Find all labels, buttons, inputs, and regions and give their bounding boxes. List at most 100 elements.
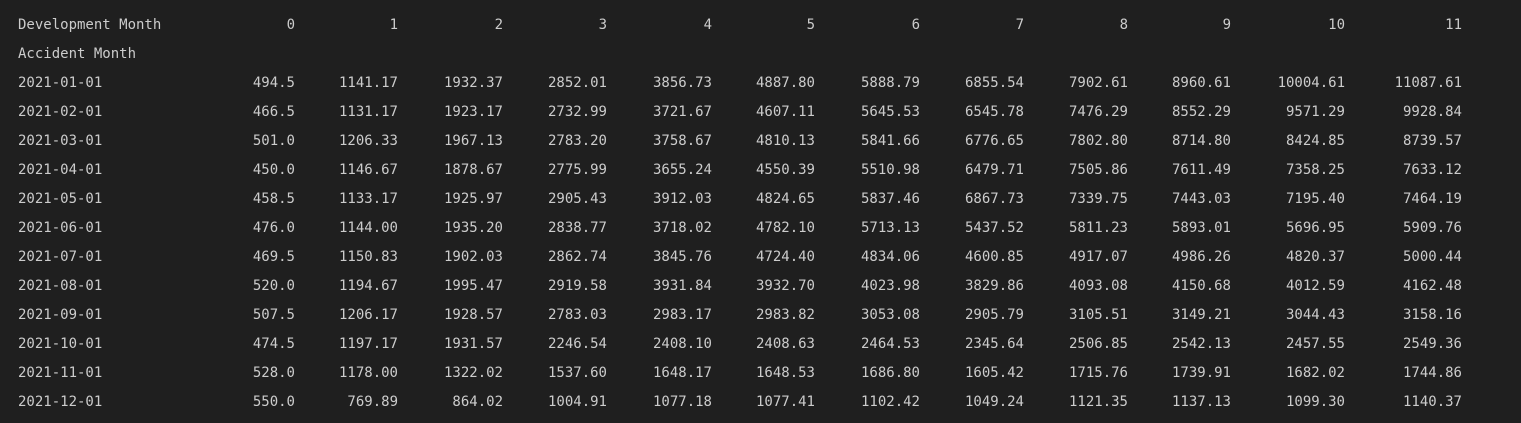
row-index-label: 2021-07-01 <box>18 249 103 265</box>
table-cell: 5841.66 <box>860 133 920 149</box>
column-header: 4 <box>703 17 712 33</box>
table-row: 2021-05-01 458.5 1133.17 1925.97 2905.43 3912… <box>18 185 1462 214</box>
table-cell: 1194.67 <box>338 278 398 294</box>
table-cell: 2464.53 <box>860 336 920 352</box>
table-row: 2021-06-01 476.0 1144.00 1935.20 2838.77 3718… <box>18 214 1462 243</box>
table-cell: 4093.08 <box>1068 278 1128 294</box>
table-cell: 8739.57 <box>1402 133 1462 149</box>
table-cell: 2246.54 <box>547 336 607 352</box>
table-cell: 3721.67 <box>652 104 712 120</box>
table-cell: 2506.85 <box>1068 336 1128 352</box>
table-cell: 1137.13 <box>1171 394 1231 410</box>
table-cell: 1144.00 <box>338 220 398 236</box>
table-cell: 501.0 <box>252 133 295 149</box>
table-cell: 1928.57 <box>443 307 503 323</box>
table-cell: 3932.70 <box>755 278 815 294</box>
column-header: 8 <box>1119 17 1128 33</box>
table-cell: 1648.53 <box>755 365 815 381</box>
table-cell: 5510.98 <box>860 162 920 178</box>
table-cell: 9928.84 <box>1402 104 1462 120</box>
table-cell: 1931.57 <box>443 336 503 352</box>
table-cell: 1077.41 <box>755 394 815 410</box>
table-row: 2021-07-01 469.5 1150.83 1902.03 2862.74 3845… <box>18 243 1462 272</box>
table-cell: 1648.17 <box>652 365 712 381</box>
table-cell: 2408.10 <box>652 336 712 352</box>
table-cell: 2783.20 <box>547 133 607 149</box>
table-cell: 5645.53 <box>860 104 920 120</box>
table-cell: 1605.42 <box>964 365 1024 381</box>
table-cell: 1140.37 <box>1402 394 1462 410</box>
table-cell: 494.5 <box>252 75 295 91</box>
table-cell: 1150.83 <box>338 249 398 265</box>
table-cell: 3044.43 <box>1285 307 1345 323</box>
column-header: 6 <box>911 17 920 33</box>
table-cell: 5713.13 <box>860 220 920 236</box>
table-cell: 1537.60 <box>547 365 607 381</box>
table-cell: 8714.80 <box>1171 133 1231 149</box>
table-cell: 2783.03 <box>547 307 607 323</box>
column-header: 5 <box>806 17 815 33</box>
table-cell: 7633.12 <box>1402 162 1462 178</box>
table-cell: 1902.03 <box>443 249 503 265</box>
table-cell: 1686.80 <box>860 365 920 381</box>
table-cell: 2345.64 <box>964 336 1024 352</box>
table-cell: 7464.19 <box>1402 191 1462 207</box>
table-cell: 466.5 <box>252 104 295 120</box>
table-cell: 3931.84 <box>652 278 712 294</box>
table-cell: 2905.79 <box>964 307 1024 323</box>
table-cell: 5837.46 <box>860 191 920 207</box>
index-name-label: Accident Month <box>18 46 137 62</box>
table-cell: 1932.37 <box>443 75 503 91</box>
table-cell: 3105.51 <box>1068 307 1128 323</box>
table-cell: 476.0 <box>252 220 295 236</box>
table-cell: 1141.17 <box>338 75 398 91</box>
table-cell: 5696.95 <box>1285 220 1345 236</box>
table-cell: 2862.74 <box>547 249 607 265</box>
table-cell: 769.89 <box>347 394 398 410</box>
table-cell: 6776.65 <box>964 133 1024 149</box>
table-cell: 7476.29 <box>1068 104 1128 120</box>
table-row: 2021-10-01 474.5 1197.17 1931.57 2246.54 2408… <box>18 330 1462 359</box>
table-row: 2021-04-01 450.0 1146.67 1878.67 2775.99 3655… <box>18 156 1462 185</box>
table-cell: 7611.49 <box>1171 162 1231 178</box>
table-cell: 5909.76 <box>1402 220 1462 236</box>
table-cell: 6855.54 <box>964 75 1024 91</box>
table-row: 2021-08-01 520.0 1194.67 1995.47 2919.58 3931… <box>18 272 1462 301</box>
column-header: 10 <box>1328 17 1345 33</box>
table-cell: 1206.33 <box>338 133 398 149</box>
table-cell: 520.0 <box>252 278 295 294</box>
table-cell: 2732.99 <box>547 104 607 120</box>
table-cell: 3829.86 <box>964 278 1024 294</box>
table-cell: 1133.17 <box>338 191 398 207</box>
table-row: 2021-11-01 528.0 1178.00 1322.02 1537.60 1648… <box>18 359 1462 388</box>
table-cell: 1099.30 <box>1285 394 1345 410</box>
table-cell: 9571.29 <box>1285 104 1345 120</box>
column-header: 9 <box>1222 17 1231 33</box>
table-cell: 5811.23 <box>1068 220 1128 236</box>
table-cell: 4986.26 <box>1171 249 1231 265</box>
row-index-label: 2021-04-01 <box>18 162 103 178</box>
table-cell: 1935.20 <box>443 220 503 236</box>
table-cell: 1077.18 <box>652 394 712 410</box>
table-cell: 469.5 <box>252 249 295 265</box>
table-cell: 2549.36 <box>1402 336 1462 352</box>
row-index-label: 2021-12-01 <box>18 394 103 410</box>
table-cell: 1197.17 <box>338 336 398 352</box>
header-row-columns: Development Month 0 1 2 3 4 5 6 7 8 9 10 11 <box>18 11 1462 40</box>
table-row: 2021-01-01 494.5 1141.17 1932.37 2852.01 3856… <box>18 69 1462 98</box>
table-cell: 864.02 <box>452 394 503 410</box>
table-cell: 2838.77 <box>547 220 607 236</box>
table-cell: 2905.43 <box>547 191 607 207</box>
table-cell: 1206.17 <box>338 307 398 323</box>
table-cell: 6479.71 <box>964 162 1024 178</box>
table-cell: 10004.61 <box>1277 75 1345 91</box>
table-cell: 4810.13 <box>755 133 815 149</box>
table-cell: 7902.61 <box>1068 75 1128 91</box>
table-cell: 6867.73 <box>964 191 1024 207</box>
table-cell: 1322.02 <box>443 365 503 381</box>
table-cell: 8424.85 <box>1285 133 1345 149</box>
table-cell: 3912.03 <box>652 191 712 207</box>
table-row: 2021-12-01 550.0 769.89 864.02 1004.91 1077.1… <box>18 388 1462 417</box>
table-cell: 5893.01 <box>1171 220 1231 236</box>
table-cell: 1102.42 <box>860 394 920 410</box>
